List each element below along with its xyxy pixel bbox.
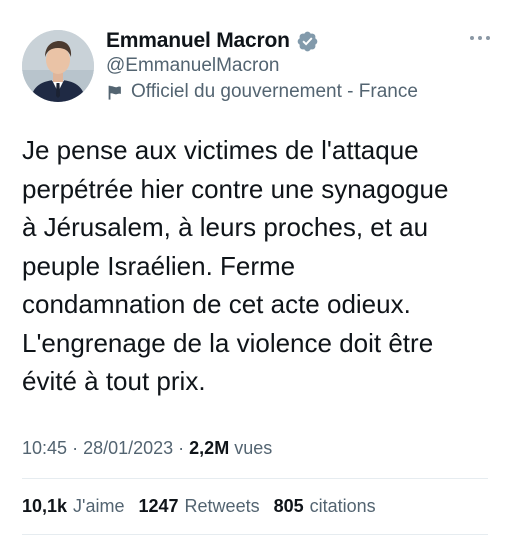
divider (22, 478, 488, 479)
engagement-stats: 10,1k J'aime 1247 Retweets 805 citations (22, 496, 376, 517)
tweet-meta: 10:45 · 28/01/2023 · 2,2M vues (22, 438, 272, 459)
tweet-date[interactable]: 28/01/2023 (83, 438, 173, 458)
tweet-text-line: perpétrée hier contre une synagogue (22, 173, 449, 204)
tweet-text-line: Je pense aux victimes de l'attaque (22, 135, 419, 165)
verified-badge-icon (297, 31, 318, 51)
likes-stat[interactable]: 10,1k J'aime (22, 496, 125, 517)
display-name[interactable]: Emmanuel Macron (106, 29, 290, 53)
more-options-button[interactable] (464, 28, 496, 48)
tweet-time[interactable]: 10:45 (22, 438, 67, 458)
quotes-label: citations (309, 496, 376, 516)
author-name-row: Emmanuel Macron (106, 29, 319, 53)
government-affiliation-label: Officiel du gouvernement - France (106, 81, 418, 103)
likes-count: 10,1k (22, 496, 68, 516)
more-dot (470, 36, 474, 40)
tweet-text-line: condamnation de cet acte odieux. (22, 289, 411, 319)
more-dot (478, 36, 482, 40)
separator-dot: · (178, 438, 190, 458)
quotes-count: 805 (273, 496, 304, 516)
tweet-card: Emmanuel Macron @EmmanuelMacron Officiel… (0, 0, 510, 539)
author-handle[interactable]: @EmmanuelMacron (106, 55, 279, 77)
tweet-text: Je pense aux victimes de l'attaque perpé… (22, 131, 502, 401)
views-label: vues (234, 438, 273, 458)
tweet-text-line: évité à tout prix. (22, 366, 206, 396)
tweet-text-line: à Jérusalem, à leurs proches, et au (22, 212, 429, 242)
retweets-count: 1247 (138, 496, 179, 516)
flag-icon (108, 85, 121, 100)
views-count: 2,2M (189, 438, 230, 458)
separator-dot: · (72, 438, 84, 458)
more-dot (486, 36, 490, 40)
avatar[interactable] (22, 30, 94, 102)
divider (22, 534, 488, 535)
quotes-stat[interactable]: 805 citations (274, 496, 376, 517)
affiliation-text: Officiel du gouvernement - France (131, 81, 418, 102)
tweet-text-line: L'engrenage de la violence doit être (22, 327, 434, 358)
retweets-stat[interactable]: 1247 Retweets (139, 496, 260, 517)
likes-label: J'aime (73, 496, 125, 516)
retweets-label: Retweets (184, 496, 260, 516)
tweet-text-line: peuple Israélien. Ferme (22, 250, 296, 281)
